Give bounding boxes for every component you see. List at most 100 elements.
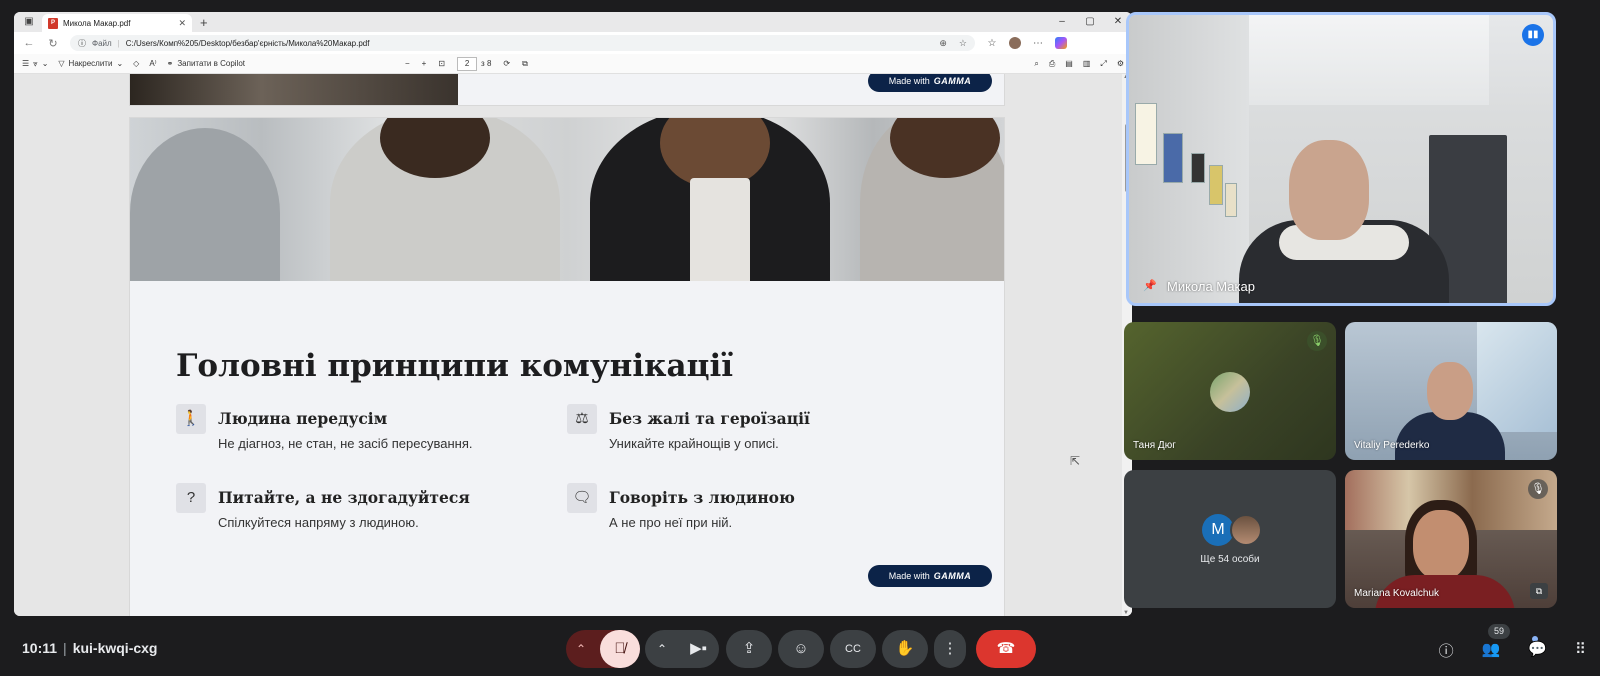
more-options-button[interactable]: ⋮ [934,630,966,668]
rotate-icon[interactable]: ⟳ [503,59,510,68]
present-screen-button[interactable]: ⇪ [726,630,772,668]
page-number-input[interactable]: 2 [457,56,478,71]
captions-button[interactable]: CC [830,630,876,668]
read-aloud-icon[interactable]: A⁾ [149,59,156,68]
fullscreen-icon[interactable]: ⤢ [1100,59,1106,69]
browser-titlebar: ▣ P Микола Макар.pdf ✕ + – ▢ ✕ [14,12,1132,32]
favorite-star-icon[interactable]: ☆ [959,38,967,49]
wall-certificate [1209,165,1223,205]
zoom-in-icon[interactable]: + [422,59,427,68]
save-as-icon[interactable]: ▥ [1083,59,1091,69]
participant-avatar-photo [1230,514,1262,546]
speaking-indicator-icon: ▮▮ [1522,24,1544,46]
participant-name: Mariana Kovalchuk [1354,588,1440,599]
maximize-button[interactable]: ▢ [1076,12,1104,32]
more-participants-label: Ще 54 особи [1200,554,1260,565]
zoom-icon[interactable]: ⊕ [939,38,947,49]
people-count-badge: 59 [1488,624,1510,639]
mic-off-icon: 🎙 [1307,331,1327,351]
participant-tile-mykola[interactable]: ▮▮ 📌 Микола Макар [1126,12,1556,306]
print-icon[interactable]: ⎙ [1049,59,1055,69]
meet-screen: ▣ P Микола Макар.pdf ✕ + – ▢ ✕ ← ↻ ⓘ Фай… [0,0,1600,676]
copilot-icon[interactable] [1055,37,1067,49]
omnibox[interactable]: ⓘ Файл | C:/Users/Комп%205/Desktop/безба… [70,35,975,51]
pdf-toolbar: ☰ ⩔ ⌄ ▽ Накреслити ⌄ ◇ A⁾ ⚭ Запитати в C… [14,54,1132,74]
zoom-out-icon[interactable]: − [405,59,410,68]
leave-call-button[interactable]: ☎ [976,630,1036,668]
save-icon[interactable]: ▤ [1065,59,1073,69]
copilot-label: Запитати в Copilot [177,59,245,68]
gamma-badge-brand: GAMMA [933,76,972,86]
more-menu-icon[interactable]: ⋯ [1031,38,1045,49]
participant-tile-tania[interactable]: 🎙 Таня Дюг [1124,322,1336,460]
question-icon: ? [176,483,206,513]
camera-button[interactable]: ▶▪ [690,630,707,668]
pdf-viewer[interactable]: Made with GAMMA Головні принципи комунік… [14,74,1132,616]
reactions-button[interactable]: ☺ [778,630,824,668]
participant-name: Vitaliy Perederko [1354,440,1430,451]
profile-avatar[interactable] [1009,37,1021,49]
picture-in-picture-icon[interactable]: ⧉ [1530,583,1548,599]
reload-icon[interactable]: ↻ [46,37,60,50]
mic-off-icon: 🎙 [1528,479,1548,499]
close-tab-icon[interactable]: ✕ [178,18,186,29]
principle-body: А не про неї при ній. [609,515,733,530]
wall-certificate [1225,183,1237,217]
omnibox-file-label: Файл [92,38,112,48]
meeting-info: 10:11 | kui-kwqi-cxg [22,640,158,656]
fit-page-icon[interactable]: ⊡ [438,59,445,68]
minimize-button[interactable]: – [1048,12,1076,32]
back-icon[interactable]: ← [22,37,36,49]
speaker-face [1289,140,1369,240]
people-icon[interactable]: 👥 [1482,640,1501,661]
audio-options-chevron-icon[interactable]: ⌃ [576,630,586,668]
mouse-cursor-icon: ⇱ [1070,454,1081,468]
new-tab-icon[interactable]: + [200,15,208,30]
copilot-button[interactable]: ⚭ Запитати в Copilot [167,59,245,68]
meeting-details-info-icon[interactable]: ⓘ [1439,640,1454,661]
principle-heading: Говоріть з людиною [609,488,795,507]
raise-hand-button[interactable]: ✋ [882,630,928,668]
wall-certificate [1163,133,1183,183]
address-bar: ← ↻ ⓘ Файл | C:/Users/Комп%205/Desktop/б… [14,32,1132,54]
video-options-chevron-icon[interactable]: ⌃ [657,630,667,668]
more-participants-tile[interactable]: M Ще 54 особи [1124,470,1336,608]
participant-tile-vitaliy[interactable]: Vitaliy Perederko [1345,322,1557,460]
pin-icon[interactable]: 📌 [1143,279,1157,292]
chevron-down-icon: ⌄ [116,59,124,68]
meeting-code[interactable]: kui-kwqi-cxg [73,640,158,656]
current-slide: Головні принципи комунікації 🚶 Людина пе… [130,118,1004,616]
contents-icon[interactable]: ☰ [22,59,29,68]
slide-photo-business-women [130,118,1004,281]
highlight-icon[interactable]: ⩔ [33,59,38,69]
favorites-icon[interactable]: ☆ [985,38,999,49]
activities-grid-icon[interactable]: ⠿ [1575,640,1586,661]
workspaces-icon[interactable]: ▣ [22,15,36,29]
gamma-badge-brand: GAMMA [933,571,972,581]
gamma-badge[interactable]: Made with GAMMA [868,565,992,587]
gamma-badge[interactable]: Made with GAMMA [868,74,992,92]
mic-off-button[interactable]: 🎙̸ [600,630,640,668]
search-icon[interactable]: ⌕ [1034,59,1038,69]
principle-body: Не діагноз, не стан, не засіб пересуванн… [218,436,473,451]
camera-control: ⌃ ▶▪ [645,630,719,668]
person-icon: 🚶 [176,404,206,434]
settings-gear-icon[interactable]: ⚙ [1117,59,1124,69]
shared-screen-browser: ▣ P Микола Макар.pdf ✕ + – ▢ ✕ ← ↻ ⓘ Фай… [14,12,1132,616]
participant-avatar [1210,372,1250,412]
meeting-time: 10:11 [22,640,58,656]
eraser-icon[interactable]: ◇ [133,59,139,68]
chat-icon[interactable]: 💬 [1528,640,1547,661]
browser-tab[interactable]: P Микола Макар.pdf ✕ [42,14,192,32]
chevron-down-icon[interactable]: ⌄ [42,59,49,68]
participant-tile-mariana[interactable]: 🎙 ⧉ Mariana Kovalchuk [1345,470,1557,608]
scroll-down-icon[interactable]: ▼ [1123,610,1129,616]
info-icon[interactable]: ⓘ [78,38,86,49]
previous-slide: Made with GAMMA [130,74,1004,105]
page-view-icon[interactable]: ⧉ [522,59,528,69]
draw-button[interactable]: ▽ Накреслити ⌄ [58,59,123,68]
participant-face [1427,362,1473,420]
draw-label: Накреслити [68,59,113,68]
participant-face [1413,510,1469,580]
tab-title: Микола Макар.pdf [63,18,131,28]
